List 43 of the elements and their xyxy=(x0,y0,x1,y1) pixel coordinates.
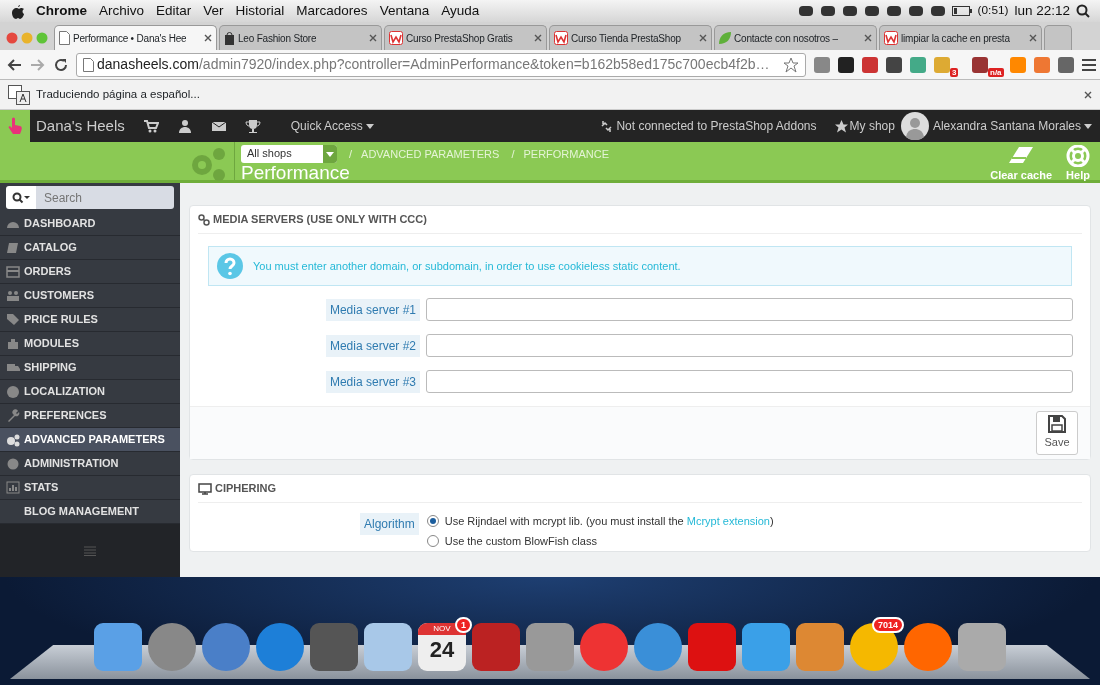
browser-tab[interactable]: Contacte con nosotros – xyxy=(714,25,877,50)
addons-status[interactable]: Not connected to PrestaShop Addons xyxy=(616,117,817,135)
field-label: Media server #2 xyxy=(325,334,420,357)
option-label: Use Rijndael with mcrypt lib. (you must install the Mcrypt extension) xyxy=(444,514,774,529)
breadcrumb-separator: / xyxy=(511,146,515,162)
menu-item[interactable]: Historial xyxy=(235,0,285,22)
breadcrumb-separator: / xyxy=(349,146,353,162)
browser-tab[interactable]: Leo Fashion Store xyxy=(219,25,382,50)
alert-message: You must enter another domain, or subdomain, in order to use cookieless static content. xyxy=(253,258,681,274)
menu-item[interactable]: Ver xyxy=(203,0,224,22)
battery-time: (0:51) xyxy=(977,2,1009,20)
browser-tab[interactable]: Curso PrestaShop Gratis xyxy=(384,25,547,50)
menu-item[interactable]: Archivo xyxy=(99,0,145,22)
menu-item[interactable]: Ventana xyxy=(379,0,430,22)
page-title: Performance xyxy=(241,163,351,183)
app-menu[interactable]: Chrome xyxy=(36,0,87,22)
panel-heading: CIPHERING xyxy=(215,481,277,497)
address-field[interactable]: danasheels.com/admin7920/index.php?controller=AdminPerformance&token=b162b58ed175c700ecb4f2b… xyxy=(76,52,806,77)
shop-name[interactable]: Dana's Heels xyxy=(36,114,125,138)
field-label: Algorithm xyxy=(360,513,419,535)
option-label: Use the custom BlowFish class xyxy=(444,533,597,549)
translate-message: Traduciendo página a español... xyxy=(36,86,200,102)
browser-tab[interactable]: limpiar la cache en presta xyxy=(879,25,1042,50)
panel-heading: MEDIA SERVERS (USE ONLY WITH CCC) xyxy=(213,212,427,228)
clock[interactable]: lun 22:12 xyxy=(1014,0,1070,22)
menu-item[interactable]: Editar xyxy=(156,0,192,22)
save-button[interactable]: Save xyxy=(1036,411,1078,455)
extension-badge: n/a xyxy=(988,67,1004,77)
menu-item[interactable]: Marcadores xyxy=(296,0,368,22)
field-label: Media server #3 xyxy=(325,370,420,393)
extension-badge: 3 xyxy=(950,67,959,77)
notification-badge: 7014 xyxy=(871,617,904,633)
sidebar-item[interactable]: ADVANCED PARAMETERS xyxy=(0,428,180,452)
quick-access-menu[interactable]: Quick Access xyxy=(290,117,363,135)
browser-tab[interactable]: Curso Tienda PrestaShop xyxy=(549,25,712,50)
employee-menu[interactable]: Alexandra Santana Morales xyxy=(932,117,1081,135)
shop-select[interactable]: All shops xyxy=(241,145,337,163)
my-shop-link[interactable]: My shop xyxy=(849,117,895,135)
calendar-day: 24 xyxy=(429,635,455,665)
field-label: Media server #1 xyxy=(325,298,420,321)
browser-tab[interactable]: Performance • Dana's Hee xyxy=(54,25,217,50)
menu-item[interactable]: Ayuda xyxy=(441,0,480,22)
notification-badge: 1 xyxy=(455,617,472,633)
